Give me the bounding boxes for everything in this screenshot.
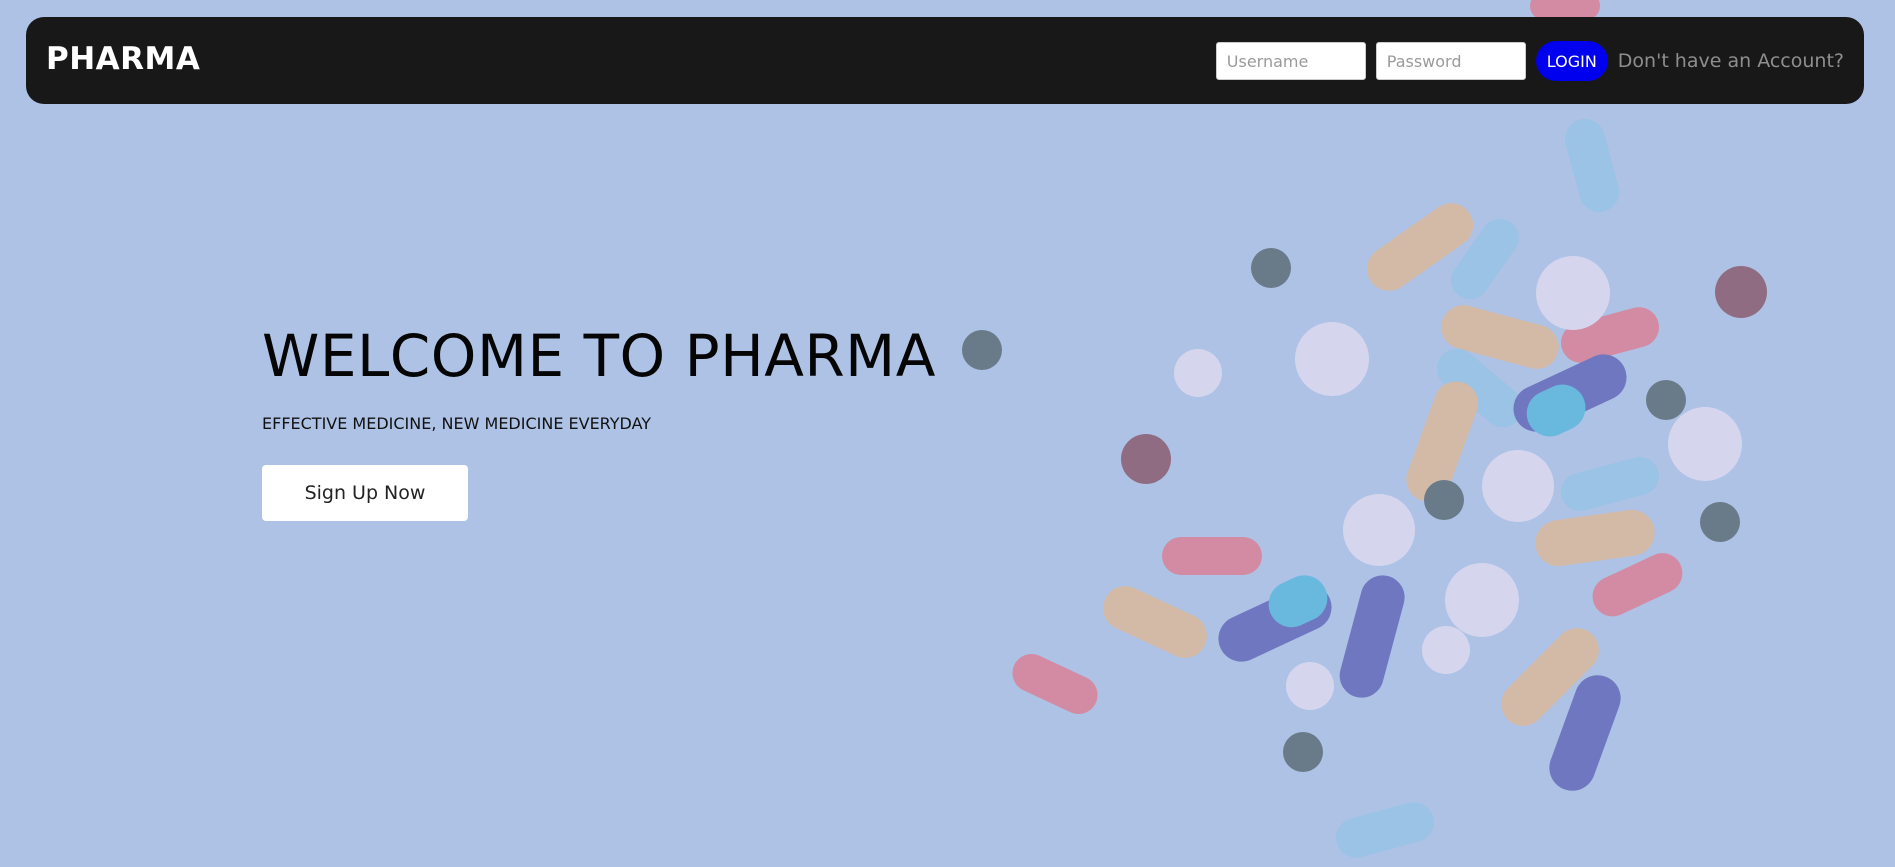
navbar: PHARMA LOGIN Don't have an Account? xyxy=(26,17,1864,104)
brand-logo[interactable]: PHARMA xyxy=(46,41,200,77)
password-input[interactable] xyxy=(1375,42,1526,80)
sign-up-button[interactable]: Sign Up Now xyxy=(262,465,468,521)
landing-page: PHARMA LOGIN Don't have an Account? WELC… xyxy=(0,0,1895,867)
username-input[interactable] xyxy=(1215,42,1366,80)
signup-link[interactable]: Don't have an Account? xyxy=(1618,50,1844,72)
hero-title: WELCOME TO PHARMA xyxy=(262,322,936,390)
login-form: LOGIN Don't have an Account? xyxy=(1215,41,1844,81)
hero-subtitle: EFFECTIVE MEDICINE, NEW MEDICINE EVERYDA… xyxy=(262,414,652,433)
login-button[interactable]: LOGIN xyxy=(1535,41,1608,81)
hero-section: WELCOME TO PHARMA EFFECTIVE MEDICINE, NE… xyxy=(262,322,936,521)
